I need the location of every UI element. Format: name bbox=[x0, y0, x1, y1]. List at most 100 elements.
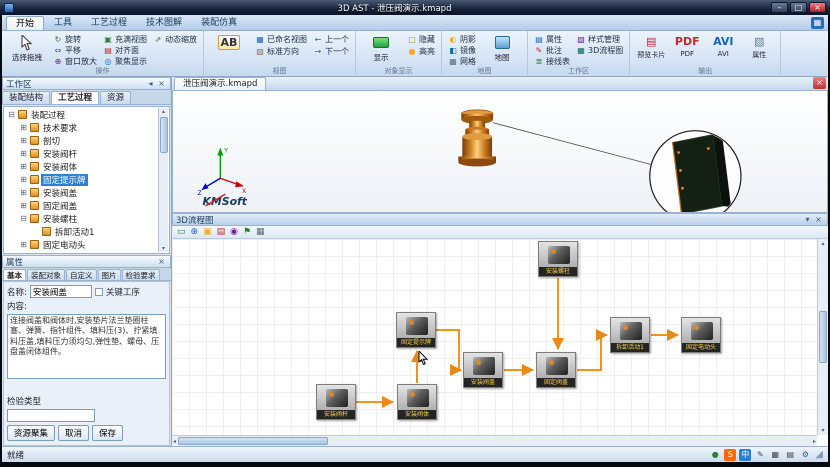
status-icon[interactable]: S bbox=[724, 450, 736, 460]
tree-expander-icon[interactable]: ⊞ bbox=[19, 136, 28, 145]
name-field[interactable] bbox=[30, 285, 92, 298]
properties-tab[interactable]: 检验要求 bbox=[122, 269, 160, 280]
flow-panel-header[interactable]: 3D流程图 ▾ × bbox=[172, 213, 828, 226]
ribbon-button[interactable]: ⇗动态缩放 bbox=[151, 34, 199, 45]
properties-tab[interactable]: 图片 bbox=[98, 269, 121, 280]
detail-circle[interactable] bbox=[650, 131, 741, 212]
flow-tool-icon[interactable]: ⚑ bbox=[243, 226, 251, 238]
flow-tool-icon[interactable]: ▣ bbox=[203, 226, 212, 238]
ribbon-button[interactable]: ⇔平移 bbox=[51, 45, 99, 56]
flow-node[interactable]: 固定电动头 bbox=[681, 317, 721, 353]
status-icon[interactable]: ✎ bbox=[754, 450, 766, 460]
tree-item[interactable]: ⊟安装螺柱 bbox=[5, 212, 158, 225]
ribbon-button[interactable]: ▤对齐面 bbox=[101, 45, 149, 56]
ribbon-big-button[interactable]: ▤预览卡片 bbox=[634, 33, 668, 67]
ribbon-button[interactable]: ▤属性 bbox=[532, 34, 572, 45]
properties-button[interactable]: 资源聚集 bbox=[7, 425, 55, 441]
ribbon-button[interactable]: ▦3D流程图 bbox=[574, 45, 625, 56]
tree-expander-icon[interactable]: ⊟ bbox=[19, 214, 28, 223]
tree-item[interactable]: ⊞固定提示牌 bbox=[5, 173, 158, 186]
tree-expander-icon[interactable]: ⊞ bbox=[19, 175, 28, 184]
tree-item[interactable]: ⊞安装阀盖 bbox=[5, 186, 158, 199]
properties-tab[interactable]: 装配对象 bbox=[27, 269, 65, 280]
check-type-field[interactable] bbox=[7, 409, 95, 422]
tree-item[interactable]: ⊞固定电动头 bbox=[5, 238, 158, 251]
map-button[interactable]: 地图 bbox=[481, 33, 523, 67]
properties-panel-header[interactable]: 属性 × bbox=[2, 255, 171, 268]
close-panel-icon[interactable]: × bbox=[813, 215, 824, 224]
resize-grip[interactable]: ◢ bbox=[815, 449, 823, 460]
tree-expander-icon[interactable]: ⊞ bbox=[19, 201, 28, 210]
flow-node[interactable]: 拆卸活动1 bbox=[610, 317, 650, 353]
ribbon-button[interactable]: ✎批注 bbox=[532, 45, 572, 56]
show-button[interactable]: 显示 bbox=[360, 33, 402, 67]
flow-node[interactable]: 固定提示牌 bbox=[396, 312, 436, 348]
tree-item[interactable]: 拆卸活动1 bbox=[5, 225, 158, 238]
scrollbar-thumb[interactable] bbox=[160, 117, 168, 153]
status-icon[interactable]: ⚙ bbox=[799, 450, 811, 460]
flow-node[interactable]: 安装阀体 bbox=[397, 384, 437, 420]
ribbon-button[interactable]: □隐藏 bbox=[405, 34, 437, 45]
tree-expander-icon[interactable]: ⊞ bbox=[19, 123, 28, 132]
close-panel-icon[interactable]: × bbox=[156, 257, 167, 266]
flow-node[interactable]: 安装螺柱 bbox=[538, 241, 578, 277]
flow-tool-icon[interactable]: ⊕ bbox=[191, 226, 199, 238]
ribbon-button[interactable]: ●高亮 bbox=[405, 46, 437, 57]
tree-expander-icon[interactable]: ⊞ bbox=[19, 149, 28, 158]
minimize-panel-icon[interactable]: ▾ bbox=[802, 215, 813, 224]
select-drag-button[interactable]: 选择拖拽 bbox=[6, 33, 48, 67]
vertical-scrollbar[interactable]: ▴▾ bbox=[817, 239, 828, 435]
ribbon-button[interactable]: ◧镜像 bbox=[446, 45, 478, 56]
properties-button[interactable]: 取消 bbox=[58, 425, 89, 441]
tree-scrollbar[interactable]: ▴▾ bbox=[158, 108, 168, 252]
ribbon-button[interactable]: ▧标准方向 bbox=[253, 46, 309, 57]
flow-tool-icon[interactable]: ◉ bbox=[230, 226, 238, 238]
tree-expander-icon[interactable]: ⊞ bbox=[19, 240, 28, 249]
tree-item[interactable]: ⊞剖切 bbox=[5, 134, 158, 147]
ribbon-big-button[interactable]: AVIAVI bbox=[706, 33, 740, 67]
status-icon[interactable]: ● bbox=[709, 450, 721, 460]
key-process-checkbox[interactable] bbox=[95, 288, 103, 296]
close-panel-icon[interactable]: × bbox=[156, 79, 167, 88]
panel-tab[interactable]: 装配结构 bbox=[2, 91, 50, 104]
properties-tab[interactable]: 自定义 bbox=[66, 269, 97, 280]
style-switch-icon[interactable]: ▦ bbox=[811, 17, 824, 29]
ribbon-button[interactable]: →下一个 bbox=[311, 46, 351, 57]
properties-button[interactable]: 保存 bbox=[92, 425, 123, 441]
collapse-panel-icon[interactable]: ◂ bbox=[145, 79, 156, 88]
status-icon[interactable]: ▤ bbox=[784, 450, 796, 460]
tree-item[interactable]: ⊞技术要求 bbox=[5, 121, 158, 134]
flow-tool-icon[interactable]: ▭ bbox=[177, 226, 186, 238]
ribbon-button[interactable]: ▣充满视图 bbox=[101, 34, 149, 45]
document-close-icon[interactable]: × bbox=[813, 77, 826, 89]
properties-tab[interactable]: 基本 bbox=[3, 269, 26, 280]
ribbon-big-button[interactable]: PDFPDF bbox=[670, 33, 704, 67]
tree-expander-icon[interactable]: ⊞ bbox=[19, 162, 28, 171]
status-icon[interactable]: 中 bbox=[739, 450, 751, 460]
tree-expander-icon[interactable]: ⊟ bbox=[7, 110, 16, 119]
flow-node[interactable]: 安装阀盖 bbox=[463, 352, 503, 388]
ribbon-tab[interactable]: 工艺过程 bbox=[82, 16, 136, 30]
scrollbar-thumb[interactable] bbox=[178, 437, 328, 445]
ribbon-button[interactable]: ↻旋转 bbox=[51, 34, 99, 45]
tree-item[interactable]: ⊞固定阀盖 bbox=[5, 199, 158, 212]
valve-model[interactable] bbox=[458, 110, 496, 167]
ribbon-tab[interactable]: 技术图解 bbox=[137, 16, 191, 30]
titlebar[interactable]: 3D AST - 泄压阀演示.kmapd – □ × bbox=[0, 0, 830, 15]
ribbon-button[interactable]: ←上一个 bbox=[311, 34, 351, 45]
document-tab[interactable]: 泄压阀演示.kmapd bbox=[174, 77, 266, 90]
tree-item[interactable]: ⊞安装阀杆 bbox=[5, 147, 158, 160]
ribbon-tab[interactable]: 工具 bbox=[45, 16, 81, 30]
flow-tool-icon[interactable]: ▤ bbox=[217, 226, 226, 238]
flow-tool-icon[interactable]: ▦ bbox=[256, 226, 265, 238]
minimize-button[interactable]: – bbox=[771, 2, 788, 13]
workspace-panel-header[interactable]: 工作区 ◂ × bbox=[2, 77, 171, 90]
panel-tab[interactable]: 资源 bbox=[100, 91, 131, 104]
flow-canvas[interactable]: 安装阀杆安装阀体固定提示牌安装阀盖固定阀盖安装螺柱拆卸活动1固定电动头 bbox=[172, 239, 817, 435]
ribbon-button[interactable]: ◐阴影 bbox=[446, 34, 478, 45]
process-tree[interactable]: ⊟装配过程⊞技术要求⊞剖切⊞安装阀杆⊞安装阀体⊞固定提示牌⊞安装阀盖⊞固定阀盖⊟… bbox=[3, 106, 170, 254]
flow-node[interactable]: 固定阀盖 bbox=[536, 352, 576, 388]
maximize-button[interactable]: □ bbox=[790, 2, 807, 13]
horizontal-scrollbar[interactable]: ◂▸ bbox=[172, 435, 817, 446]
content-field[interactable]: 连接阀盖和阀体时,安装垫片法兰垫圈柱塞、弹簧、指针组件、填料压(3)、拧紧填料压… bbox=[7, 314, 166, 379]
